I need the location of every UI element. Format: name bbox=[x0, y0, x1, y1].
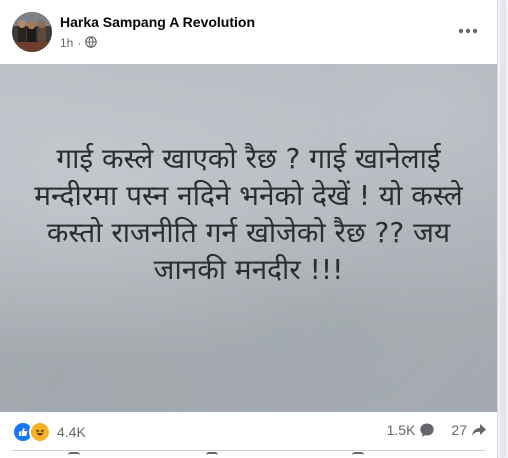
like-button[interactable] bbox=[68, 452, 80, 458]
reactions-summary[interactable]: 4.4K bbox=[12, 421, 86, 443]
comments-count-value: 1.5K bbox=[386, 422, 416, 438]
scrollbar[interactable] bbox=[498, 0, 508, 458]
engagement-counts: 1.5K 27 bbox=[371, 422, 487, 438]
post-stats-bar: 4.4K 1.5K 27 bbox=[0, 414, 497, 450]
meta-separator: · bbox=[77, 36, 82, 50]
comment-icon bbox=[420, 423, 435, 437]
post-image-text: गाई कस्ले खाएको रैछ ? गाई खानेलाई मन्दीर… bbox=[34, 142, 463, 286]
comments-count[interactable]: 1.5K bbox=[387, 422, 436, 438]
action-bar bbox=[0, 451, 497, 458]
author-avatar[interactable] bbox=[12, 12, 52, 52]
author-name[interactable]: Harka Sampang A Revolution bbox=[60, 14, 255, 30]
post-header: Harka Sampang A Revolution 1h · bbox=[0, 0, 497, 62]
share-button[interactable] bbox=[352, 452, 364, 458]
post-card: Harka Sampang A Revolution 1h · गाई कस्ल… bbox=[0, 0, 498, 458]
post-time[interactable]: 1h bbox=[60, 36, 73, 50]
post-meta: 1h · bbox=[60, 35, 98, 51]
more-options-icon[interactable] bbox=[452, 18, 484, 44]
share-icon bbox=[472, 424, 486, 436]
scrollbar-thumb[interactable] bbox=[500, 0, 506, 458]
comment-button[interactable] bbox=[206, 452, 218, 458]
reaction-count: 4.4K bbox=[57, 424, 86, 440]
haha-icon bbox=[29, 421, 51, 443]
shares-count[interactable]: 27 bbox=[451, 422, 487, 438]
shares-count-value: 27 bbox=[451, 422, 467, 438]
post-image[interactable]: गाई कस्ले खाएको रैछ ? गाई खानेलाई मन्दीर… bbox=[0, 64, 497, 412]
globe-icon[interactable] bbox=[85, 35, 98, 51]
